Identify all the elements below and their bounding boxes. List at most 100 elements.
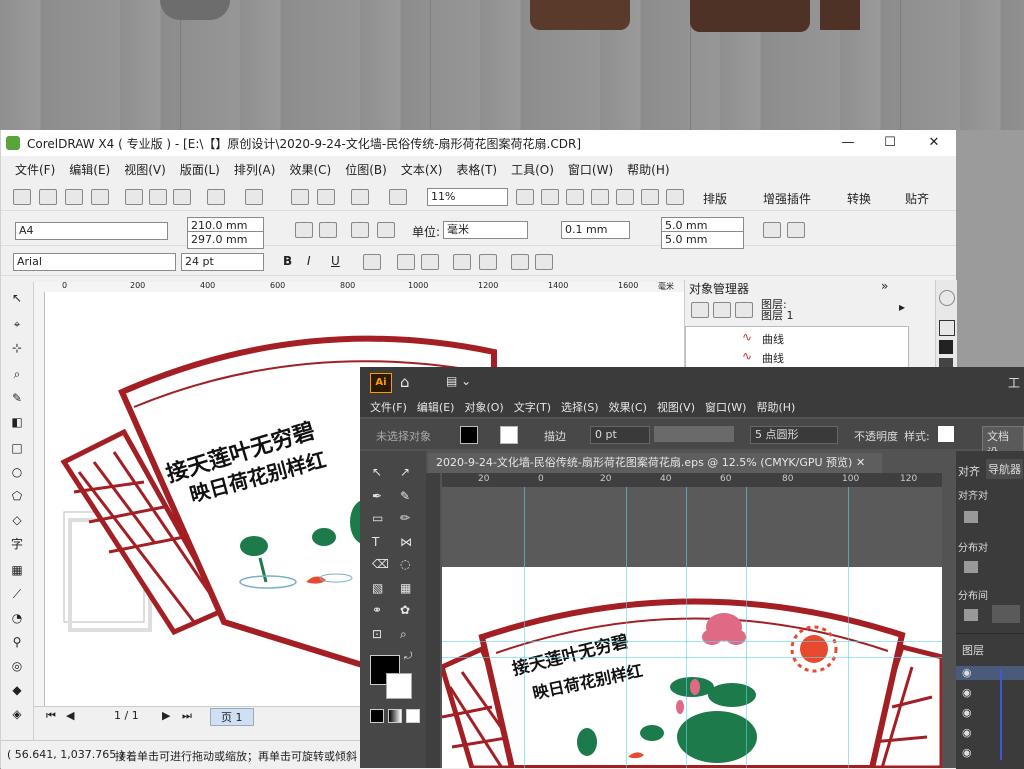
menu-bitmaps[interactable]: 位图(B) — [345, 161, 387, 178]
vertical-text-icon[interactable] — [535, 254, 553, 270]
convert-button[interactable]: 转换 — [847, 190, 871, 207]
ai-menu-file[interactable]: 文件(F) — [370, 399, 407, 415]
duplicate-y-field[interactable]: 5.0 mm — [661, 231, 744, 249]
paper-size-select[interactable]: A4 — [15, 222, 168, 240]
layers-panel-title[interactable]: 图层 — [962, 642, 984, 658]
distribute-spacing-icon[interactable] — [964, 609, 978, 621]
open-icon[interactable] — [39, 189, 57, 205]
pen-tool-icon[interactable]: ✒ — [372, 489, 382, 503]
align-panel-tab[interactable]: 对齐 — [958, 463, 980, 479]
tree-item[interactable]: 曲线 — [762, 331, 784, 347]
lasso-tool-icon[interactable]: ◌ — [400, 557, 410, 571]
artboard-tool-icon[interactable]: ⊡ — [372, 627, 382, 641]
reflect-tool-icon[interactable]: ⋈ — [400, 535, 412, 549]
menu-effects[interactable]: 效果(C) — [289, 161, 331, 178]
underline-icon[interactable]: U — [331, 254, 340, 268]
page-height-field[interactable]: 297.0 mm — [187, 231, 264, 249]
import-icon[interactable] — [291, 189, 309, 205]
blend-tool-icon[interactable]: ⚭ — [372, 603, 382, 617]
edit-text-icon[interactable] — [479, 254, 497, 270]
none-mode-icon[interactable] — [406, 709, 420, 723]
variable-width-select[interactable] — [654, 426, 734, 442]
ai-menu-effect[interactable]: 效果(C) — [609, 399, 647, 415]
fill-tool-icon[interactable]: ◆ — [9, 682, 25, 698]
zoom-tool-icon[interactable]: ⌕ — [9, 366, 25, 382]
stroke-weight-field[interactable]: 0 pt — [590, 426, 650, 444]
menu-tools[interactable]: 工具(O) — [511, 161, 554, 178]
zoom-out-icon[interactable] — [541, 189, 559, 205]
next-page-icon[interactable]: ▶ — [162, 709, 170, 722]
graphic-style-swatch[interactable] — [938, 426, 954, 442]
bold-icon[interactable]: B — [283, 254, 292, 268]
zoom-page-icon[interactable] — [616, 189, 634, 205]
selection-tool-icon[interactable]: ↖ — [372, 465, 382, 479]
all-pages-icon[interactable] — [351, 222, 369, 238]
stroke-swatch[interactable] — [500, 426, 518, 444]
zoom-selected-icon[interactable] — [566, 189, 584, 205]
text-tool-icon[interactable]: 字 — [9, 536, 25, 552]
rectangle-tool-icon[interactable]: ▭ — [372, 511, 383, 525]
undo-icon[interactable] — [207, 189, 225, 205]
pencil-tool-icon[interactable]: ✏ — [400, 511, 410, 525]
current-page-icon[interactable] — [377, 222, 395, 238]
page-tab[interactable]: 页 1 — [210, 708, 254, 726]
docker-play-icon[interactable] — [939, 290, 955, 306]
ai-menu-type[interactable]: 文字(T) — [514, 399, 551, 415]
font-select[interactable]: Arial — [13, 253, 176, 271]
portrait-icon[interactable] — [295, 222, 313, 238]
menu-table[interactable]: 表格(T) — [456, 161, 497, 178]
basic-shapes-icon[interactable]: ◇ — [9, 512, 25, 528]
horizontal-text-icon[interactable] — [511, 254, 529, 270]
ai-menu-object[interactable]: 对象(O) — [464, 399, 503, 415]
zoom-level-field[interactable]: 11% — [427, 188, 508, 206]
pick-tool-icon[interactable]: ↖ — [9, 290, 25, 306]
dropcap-icon[interactable] — [421, 254, 439, 270]
navigator-thumbnail[interactable] — [992, 605, 1020, 623]
distribute-icon[interactable] — [964, 561, 978, 573]
ai-menu-view[interactable]: 视图(V) — [657, 399, 695, 415]
brush-select[interactable]: 5 点圆形 — [750, 426, 838, 444]
symbol-tool-icon[interactable]: ✿ — [400, 603, 410, 617]
new-icon[interactable] — [13, 189, 31, 205]
zoom-width-icon[interactable] — [641, 189, 659, 205]
copy-icon[interactable] — [149, 189, 167, 205]
save-icon[interactable] — [65, 189, 83, 205]
freehand-tool-icon[interactable]: ✎ — [9, 390, 25, 406]
visibility-eye-icon[interactable]: ◉ — [962, 746, 972, 759]
opacity-label[interactable]: 不透明度 — [854, 428, 898, 444]
print-icon[interactable] — [91, 189, 109, 205]
italic-icon[interactable]: I — [307, 254, 311, 268]
align-left-icon[interactable] — [964, 511, 978, 523]
curvature-tool-icon[interactable]: ✎ — [400, 489, 410, 503]
visibility-eye-icon[interactable]: ◉ — [962, 686, 972, 699]
plugin-button[interactable]: 增强插件 — [763, 190, 811, 207]
close-icon[interactable]: ✕ — [919, 133, 949, 153]
fill-swatch[interactable] — [460, 426, 478, 444]
panel-expand-icon[interactable]: » — [881, 279, 888, 293]
layer-manager-icon[interactable] — [735, 302, 753, 318]
menu-layout[interactable]: 版面(L) — [180, 161, 220, 178]
mesh-tool-icon[interactable]: ▦ — [400, 581, 411, 595]
font-size-select[interactable]: 24 pt — [181, 253, 264, 271]
snap-button[interactable]: 贴齐 — [905, 190, 929, 207]
shape-tool-icon[interactable]: ⌖ — [9, 316, 25, 332]
interactive-fill-icon[interactable]: ◈ — [9, 706, 25, 722]
flyout-arrow-icon[interactable]: ▸ — [899, 300, 905, 314]
last-page-icon[interactable]: ⏭ — [182, 709, 192, 723]
ai-menu-select[interactable]: 选择(S) — [561, 399, 599, 415]
text-format-icon[interactable] — [453, 254, 471, 270]
tab-close-icon[interactable]: ✕ — [856, 453, 865, 473]
tree-item[interactable]: 曲线 — [762, 350, 784, 366]
outline-tool-icon[interactable]: ◎ — [9, 658, 25, 674]
landscape-icon[interactable] — [319, 222, 337, 238]
color-mode-icon[interactable] — [370, 709, 384, 723]
menu-help[interactable]: 帮助(H) — [627, 161, 669, 178]
visibility-eye-icon[interactable]: ◉ — [962, 726, 972, 739]
rectangle-tool-icon[interactable]: □ — [9, 440, 25, 456]
typeset-button[interactable]: 排版 — [703, 190, 727, 207]
type-tool-icon[interactable]: T — [372, 535, 379, 549]
ai-artboard[interactable]: 接天莲叶无穷碧 映日荷花别样红 — [442, 567, 942, 768]
zoom-tool-icon[interactable]: ⌕ — [400, 627, 407, 642]
draw-bounding-icon[interactable] — [787, 222, 805, 238]
minimize-icon[interactable]: — — [833, 133, 863, 153]
